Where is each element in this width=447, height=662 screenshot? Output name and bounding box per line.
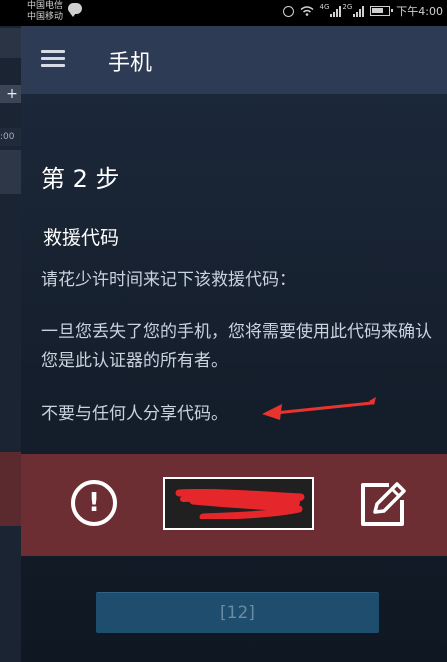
warning-text: 不要与任何人分享代码。 xyxy=(41,404,228,424)
rescue-code-box xyxy=(163,477,314,530)
exclamation-circle-icon[interactable]: ! xyxy=(71,480,117,526)
authenticator-panel: 手机 第 2 步 救援代码 请花少许时间来记下该救援代码： 一旦您丢失了您的手机… xyxy=(21,26,447,662)
battery-icon xyxy=(370,6,394,16)
edit-icon[interactable] xyxy=(357,480,409,530)
alarm-icon xyxy=(282,5,294,17)
redaction-scribble xyxy=(175,489,305,519)
message-icon xyxy=(68,3,82,17)
signal-icon-2 xyxy=(353,5,365,17)
status-bar: 中国电信 中国移动 4G 4G 2G 下午4:00 xyxy=(0,0,447,26)
network-indicator: 4G 4G 2G xyxy=(320,4,365,18)
step-title: 第 2 步 xyxy=(41,165,120,193)
status-icons: 4G 4G 2G 下午4:00 xyxy=(282,3,443,19)
network-type-1: 4G xyxy=(319,3,330,11)
carrier-2: 中国移动 xyxy=(27,12,64,22)
section-title: 救援代码 xyxy=(43,227,120,249)
app-header: 手机 xyxy=(21,26,447,94)
status-time: 下午4:00 xyxy=(396,5,443,18)
rescue-code-band: ! xyxy=(21,454,447,556)
next-step-button[interactable]: [12] xyxy=(96,592,379,633)
signal-icon xyxy=(330,5,342,17)
carrier-info: 中国电信 中国移动 xyxy=(27,1,63,23)
carrier-1: 中国电信 xyxy=(27,1,64,11)
instruction-text: 请花少许时间来记下该救援代码： xyxy=(41,270,296,290)
network-type-2: 2G xyxy=(342,3,353,11)
wifi-icon xyxy=(300,6,313,16)
explanation-text: 一旦您丢失了您的手机，您将需要使用此代码来确认您是此认证器的所有者。 xyxy=(41,322,432,371)
page-title: 手机 xyxy=(108,51,153,76)
hamburger-icon[interactable] xyxy=(41,50,65,68)
